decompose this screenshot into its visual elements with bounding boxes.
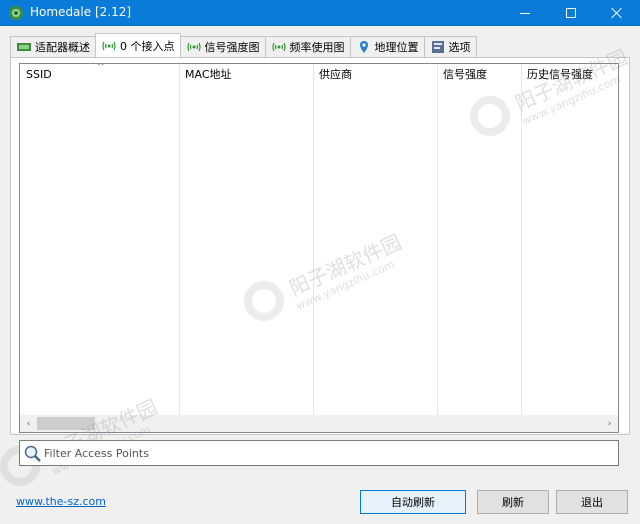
column-divider	[313, 64, 314, 416]
wifi-signal-icon	[271, 40, 287, 54]
tab-label: 选项	[448, 41, 471, 54]
maximize-icon	[566, 8, 576, 18]
tab-label: 地理位置	[374, 41, 419, 54]
maximize-button[interactable]	[548, 0, 594, 26]
access-point-list[interactable]: ^ SSID MAC地址 供应商 信号强度 历史信号强度 ‹ ›	[19, 63, 619, 433]
tab-frequency-usage[interactable]: 频率使用图	[264, 36, 351, 57]
minimize-button[interactable]	[502, 0, 548, 26]
tab-strip: 适配器概述 0 个接入点 信号强度图 频率使用图 地理位置 选项	[10, 33, 477, 57]
tab-label: 频率使用图	[289, 41, 345, 54]
close-icon	[611, 7, 623, 19]
scroll-left-icon[interactable]: ‹	[20, 415, 37, 432]
filter-box[interactable]	[19, 440, 619, 466]
column-header-ssid[interactable]: SSID	[20, 64, 179, 86]
tab-label: 信号强度图	[204, 41, 260, 54]
window-title: Homedale [2.12]	[30, 5, 132, 19]
tab-options[interactable]: 选项	[423, 36, 477, 57]
list-header: ^ SSID MAC地址 供应商 信号强度 历史信号强度	[20, 64, 618, 86]
column-header-signal[interactable]: 信号强度	[437, 64, 521, 86]
column-divider	[179, 64, 180, 416]
tab-access-points[interactable]: 0 个接入点	[95, 33, 181, 57]
column-divider	[437, 64, 438, 416]
auto-refresh-button[interactable]: 自动刷新	[360, 490, 466, 514]
tab-signal-graph[interactable]: 信号强度图	[179, 36, 266, 57]
filter-input[interactable]	[44, 443, 614, 463]
options-icon	[430, 40, 446, 54]
column-divider	[521, 64, 522, 416]
tab-adapter-overview[interactable]: 适配器概述	[10, 36, 96, 57]
refresh-button[interactable]: 刷新	[477, 490, 549, 514]
horizontal-scrollbar[interactable]: ‹ ›	[20, 415, 618, 432]
scroll-right-icon[interactable]: ›	[601, 415, 618, 432]
scrollbar-thumb[interactable]	[37, 417, 95, 430]
tab-label: 适配器概述	[35, 41, 90, 54]
close-button[interactable]	[594, 0, 640, 26]
minimize-icon	[520, 12, 530, 14]
location-pin-icon	[356, 40, 372, 54]
column-header-vendor[interactable]: 供应商	[313, 64, 437, 86]
wifi-antenna-icon	[9, 6, 23, 20]
magnifier-icon	[24, 445, 41, 462]
adapter-card-icon	[16, 40, 32, 54]
website-link[interactable]: www.the-sz.com	[16, 495, 106, 508]
wifi-signal-icon	[101, 39, 117, 53]
title-bar: Homedale [2.12]	[0, 0, 640, 26]
wifi-signal-icon	[186, 40, 202, 54]
exit-button[interactable]: 退出	[556, 490, 628, 514]
tab-label: 0 个接入点	[120, 39, 175, 53]
tab-location[interactable]: 地理位置	[349, 36, 425, 57]
column-header-signal-history[interactable]: 历史信号强度	[521, 64, 618, 86]
column-header-mac[interactable]: MAC地址	[179, 64, 313, 86]
